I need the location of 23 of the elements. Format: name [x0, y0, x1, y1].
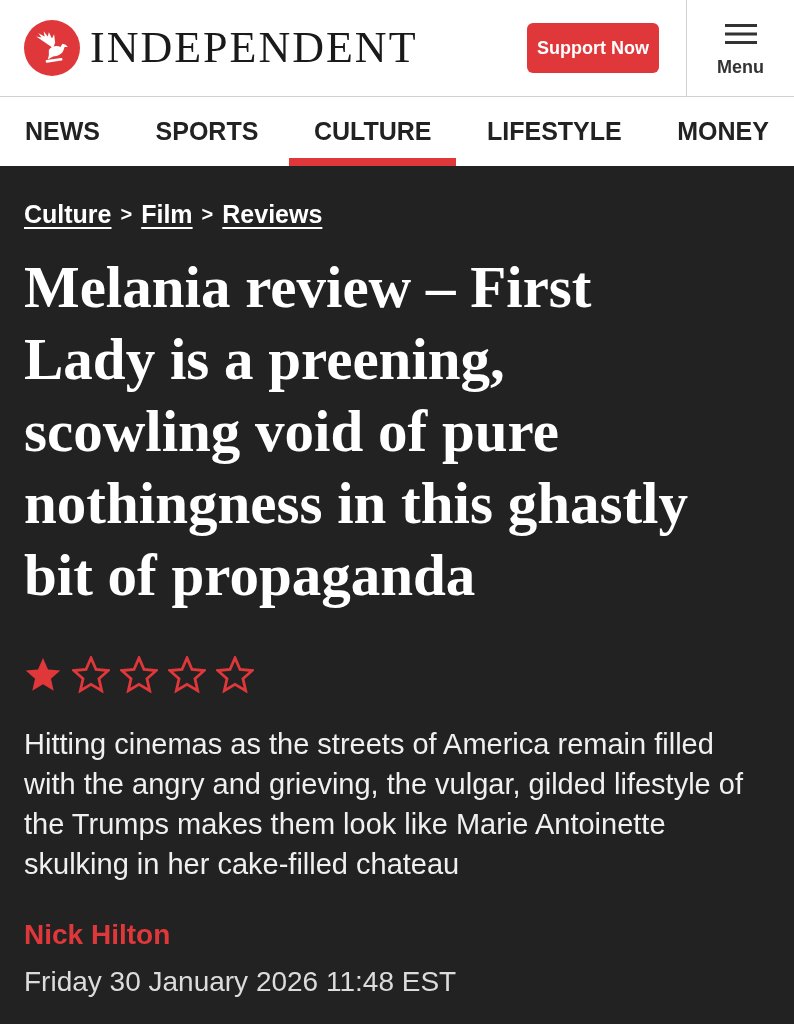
empty-star-icon	[216, 656, 254, 693]
breadcrumb-link[interactable]: Culture	[24, 199, 112, 229]
nav-tab[interactable]: MONEY	[652, 97, 794, 166]
menu-icon	[724, 24, 757, 44]
site-wordmark[interactable]: INDEPENDENT	[90, 26, 418, 70]
support-now-button[interactable]: Support Now	[527, 23, 659, 73]
empty-star-icon	[168, 656, 206, 693]
breadcrumb-separator: >	[120, 202, 133, 227]
eagle-logo-icon	[24, 20, 80, 76]
nav-tab[interactable]: LIFESTYLE	[462, 97, 647, 166]
nav-tab[interactable]: SPORTS	[130, 97, 284, 166]
filled-star-icon	[24, 656, 62, 693]
empty-star-icon	[120, 656, 158, 693]
author-link[interactable]: Nick Hilton	[24, 917, 171, 953]
breadcrumb-link[interactable]: Film	[141, 199, 193, 229]
breadcrumb-link[interactable]: Reviews	[222, 199, 323, 229]
empty-star-icon	[72, 656, 110, 693]
article-headline: Melania review – First Lady is a preening, scowling void of pure nothingness in this ghastly bit of propaganda	[24, 253, 689, 610]
nav-tab[interactable]: NEWS	[0, 97, 125, 166]
menu-button[interactable]: Menu	[686, 0, 794, 96]
breadcrumb-separator: >	[201, 202, 214, 227]
article-standfirst: Hitting cinemas as the streets of America remain filled with the angry and grieving, the vulgar, gilded lifestyle of the Trumps makes them look like Marie Antoinette skulking in her cake-filled chateau	[24, 727, 744, 882]
publish-date: Friday 30 January 2026 11:48 EST	[24, 965, 457, 999]
